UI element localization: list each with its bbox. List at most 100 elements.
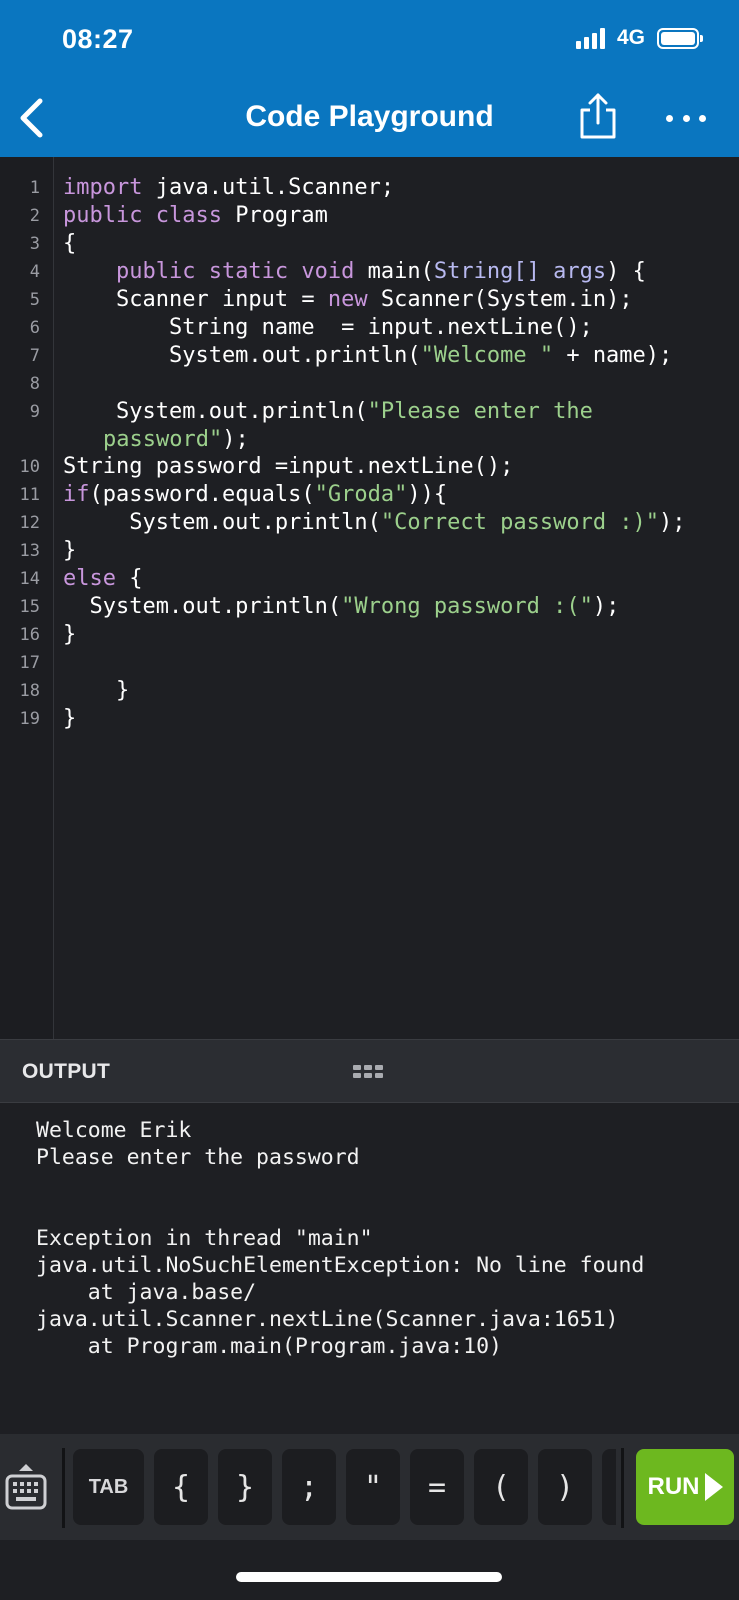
code-line[interactable]: 5 Scanner input = new Scanner(System.in)… <box>0 286 739 314</box>
code-line[interactable]: 8 <box>0 370 739 398</box>
code-line[interactable]: 12 System.out.println("Correct password … <box>0 509 739 537</box>
code-text[interactable]: String password =input.nextLine(); <box>63 453 513 481</box>
line-number: 2 <box>29 206 40 226</box>
share-icon <box>580 93 616 139</box>
code-line[interactable]: 1 import java.util.Scanner; <box>0 174 739 202</box>
code-text[interactable]: System.out.println("Welcome " + name); <box>63 342 672 370</box>
code-text[interactable]: if(password.equals("Groda")){ <box>63 481 447 509</box>
code-line[interactable]: 18 } <box>0 677 739 705</box>
code-line[interactable]: 6 String name = input.nextLine(); <box>0 314 739 342</box>
line-number: 11 <box>19 485 40 505</box>
line-number: 15 <box>19 597 40 617</box>
code-text[interactable]: } <box>63 537 76 565</box>
tab-key[interactable]: TAB <box>73 1449 144 1525</box>
line-number: 14 <box>19 569 40 589</box>
code-line[interactable]: 10 String password =input.nextLine(); <box>0 453 739 481</box>
close-paren-key[interactable]: ) <box>538 1449 592 1525</box>
next-key-partial[interactable] <box>602 1449 616 1525</box>
code-token: ); <box>592 594 620 619</box>
code-text[interactable]: } <box>63 705 76 733</box>
more-button[interactable] <box>666 104 706 132</box>
code-line[interactable]: 19} <box>0 705 739 733</box>
code-line[interactable]: 11 if(password.equals("Groda")){ <box>0 481 739 509</box>
code-lines[interactable]: 1 import java.util.Scanner; 2 public class … <box>0 174 739 733</box>
keyword-token: public static void <box>115 259 355 284</box>
code-text[interactable]: } <box>63 677 129 705</box>
code-text[interactable]: System.out.println("Please enter the <box>63 398 593 426</box>
keyword-token: new <box>327 287 368 312</box>
code-token: } <box>63 622 77 647</box>
code-token: main( <box>354 259 434 284</box>
share-button[interactable] <box>578 92 618 140</box>
code-text[interactable]: import java.util.Scanner; <box>63 174 394 202</box>
home-indicator[interactable] <box>236 1572 502 1582</box>
chevron-left-icon <box>20 98 43 138</box>
code-text[interactable]: public static void main(String[] args) { <box>63 258 646 286</box>
string-token: "Please enter the <box>367 399 593 424</box>
line-number: 17 <box>19 653 40 673</box>
code-token: java.util.Scanner; <box>142 175 395 200</box>
code-line[interactable]: 9 System.out.println("Please enter the <box>0 398 739 426</box>
code-editor[interactable]: 1 import java.util.Scanner; 2 public class … <box>0 157 739 1039</box>
semicolon-key[interactable]: ; <box>282 1449 336 1525</box>
code-line[interactable]: 13} <box>0 537 739 565</box>
code-text[interactable]: System.out.println("Wrong password :("); <box>63 593 619 621</box>
code-text[interactable]: Scanner input = new Scanner(System.in); <box>63 286 633 314</box>
home-area <box>0 1540 739 1600</box>
key-toolbar: TAB { } ; " = ( ) RUN <box>0 1434 739 1540</box>
code-token: System.out.println( <box>63 343 421 368</box>
output-title: OUTPUT <box>22 1060 111 1083</box>
run-button[interactable]: RUN <box>636 1449 734 1525</box>
signal-icon <box>575 27 605 49</box>
line-number: 16 <box>19 625 40 645</box>
close-brace-key[interactable]: } <box>218 1449 272 1525</box>
keyboard-toggle-button[interactable] <box>0 1434 52 1540</box>
code-text[interactable]: { <box>63 230 76 258</box>
code-line[interactable]: password"); <box>0 426 739 453</box>
string-token: password" <box>103 427 223 452</box>
code-token: } <box>63 538 77 563</box>
string-token: "Welcome " <box>420 343 554 368</box>
drag-handle-icon[interactable] <box>353 1065 384 1079</box>
line-number: 12 <box>19 513 40 533</box>
network-type: 4G <box>616 26 645 49</box>
open-brace-key[interactable]: { <box>154 1449 208 1525</box>
code-text[interactable]: String name = input.nextLine(); <box>63 314 593 342</box>
code-line[interactable]: 7 System.out.println("Welcome " + name); <box>0 342 739 370</box>
code-token: ); <box>222 427 249 452</box>
code-text[interactable]: System.out.println("Correct password :)"… <box>63 509 685 537</box>
code-text[interactable]: else { <box>63 565 142 593</box>
code-token: System.out.println( <box>63 399 368 424</box>
code-token: )) <box>407 482 434 507</box>
code-text[interactable]: password"); <box>103 426 249 453</box>
output-text: Welcome Erik Please enter the password E… <box>36 1118 645 1359</box>
code-text[interactable]: public class Program <box>63 202 328 230</box>
line-number: 3 <box>29 234 40 254</box>
more-horizontal-icon <box>666 114 673 122</box>
line-number: 7 <box>29 346 40 366</box>
code-token: Scanner input = <box>63 287 328 312</box>
code-line[interactable]: 15 System.out.println("Wrong password :(… <box>0 593 739 621</box>
page-title: Code Playground <box>245 100 494 133</box>
code-token: System.out.println( <box>63 594 342 619</box>
code-line[interactable]: 16} <box>0 621 739 649</box>
code-line[interactable]: 4 public static void main(String[] args)… <box>0 258 739 286</box>
line-number: 5 <box>29 290 40 310</box>
line-number: 1 <box>29 178 40 198</box>
code-line[interactable]: 17 <box>0 649 739 677</box>
code-text[interactable]: } <box>63 621 76 649</box>
keyword-token: import <box>63 175 143 200</box>
line-number: 9 <box>29 402 40 422</box>
equals-key[interactable]: = <box>410 1449 464 1525</box>
code-line[interactable]: 14 else { <box>0 565 739 593</box>
toolbar-separator <box>621 1448 624 1528</box>
code-line[interactable]: 3{ <box>0 230 739 258</box>
code-line[interactable]: 2 public class Program <box>0 202 739 230</box>
string-token: "Groda" <box>314 482 408 507</box>
line-number: 19 <box>19 709 40 729</box>
line-number: 10 <box>19 457 40 477</box>
quote-key[interactable]: " <box>346 1449 400 1525</box>
open-paren-key[interactable]: ( <box>474 1449 528 1525</box>
back-button[interactable] <box>18 96 52 140</box>
